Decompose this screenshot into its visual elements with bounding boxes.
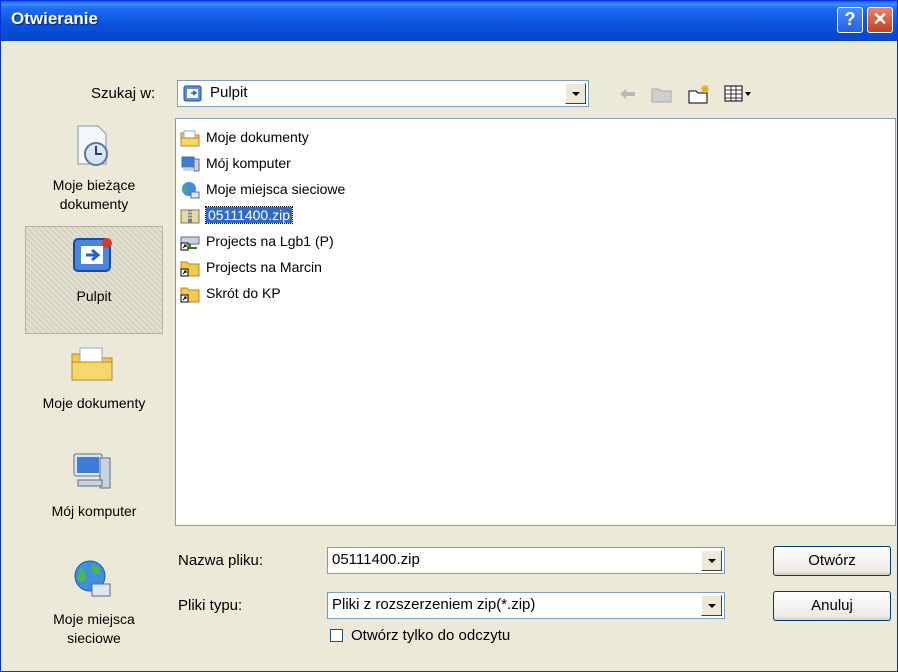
look-in-label: Szukaj w:: [91, 85, 156, 102]
network-places-icon: [74, 560, 111, 597]
file-type-label: Pliki typu:: [178, 597, 243, 614]
place-my-documents[interactable]: Moje dokumenty: [25, 334, 163, 442]
cancel-button[interactable]: Anuluj: [773, 591, 891, 621]
look-in-value: Pulpit: [210, 84, 248, 101]
file-type-select[interactable]: Pliki z rozszerzeniem zip(*.zip): [327, 592, 725, 619]
file-name: Moje miejsca sieciowe: [206, 181, 346, 197]
list-item[interactable]: Skrót do KP: [178, 283, 438, 305]
file-list[interactable]: Moje dokumenty Mój komputer Moje miejsca…: [175, 118, 896, 526]
file-name: Skrót do KP: [206, 285, 281, 301]
folder-shortcut-icon: [180, 261, 200, 277]
list-item[interactable]: Projects na Marcin: [178, 257, 438, 279]
place-my-computer[interactable]: Mój komputer: [25, 442, 163, 550]
file-name: Projects na Lgb1 (P): [206, 233, 334, 249]
place-network-places[interactable]: Moje miejsca sieciowe: [25, 550, 163, 658]
my-documents-icon: [180, 130, 200, 147]
list-item[interactable]: Moje dokumenty: [178, 127, 438, 149]
file-name-value: 05111400.zip: [332, 551, 420, 568]
desktop-icon: [183, 85, 202, 102]
network-places-icon: [182, 182, 200, 199]
zip-file-icon: [180, 209, 200, 224]
my-computer-icon: [181, 156, 200, 172]
recent-documents-icon: [77, 125, 108, 166]
folder-shortcut-icon: [180, 287, 200, 303]
places-bar: Moje bieżące dokumenty Pulpit Moje dokum…: [25, 116, 163, 656]
list-item[interactable]: Moje miejsca sieciowe: [178, 179, 438, 201]
network-drive-icon: [180, 236, 200, 251]
file-type-value: Pliki z rozszerzeniem zip(*.zip): [332, 596, 536, 613]
title-bar[interactable]: Otwieranie ? ✕: [1, 1, 897, 41]
place-desktop[interactable]: Pulpit: [25, 226, 163, 334]
file-name-label: Nazwa pliku:: [178, 552, 264, 569]
new-folder-icon[interactable]: [687, 83, 713, 105]
help-button[interactable]: ?: [837, 7, 863, 33]
file-name-input[interactable]: 05111400.zip: [327, 547, 725, 574]
my-computer-icon: [73, 453, 111, 489]
file-name-dropdown-arrow[interactable]: [701, 550, 722, 571]
place-recent-documents[interactable]: Moje bieżące dokumenty: [25, 116, 163, 224]
read-only-label: Otwórz tylko do odczytu: [351, 627, 511, 644]
place-label: Moje dokumenty: [42, 395, 146, 411]
window-title: Otwieranie: [11, 9, 98, 28]
my-documents-icon: [71, 347, 113, 381]
place-label: Moje bieżące dokumenty: [52, 177, 136, 212]
open-button[interactable]: Otwórz: [773, 546, 891, 576]
file-type-dropdown-arrow[interactable]: [701, 595, 722, 616]
back-arrow-icon[interactable]: [615, 83, 641, 105]
place-label: Mój komputer: [51, 503, 137, 519]
view-menu-icon[interactable]: [723, 83, 755, 105]
file-name: Mój komputer: [206, 155, 291, 171]
list-item[interactable]: 05111400.zip: [178, 205, 438, 227]
close-button[interactable]: ✕: [867, 7, 893, 33]
open-dialog: Otwieranie ? ✕ Szukaj w: Pulpit Moje bie…: [0, 0, 898, 672]
place-label: Pulpit: [76, 288, 112, 304]
file-name: 05111400.zip: [205, 206, 293, 224]
up-folder-icon[interactable]: [649, 83, 675, 105]
file-name: Moje dokumenty: [206, 129, 309, 145]
look-in-dropdown-arrow[interactable]: [565, 83, 586, 104]
list-item[interactable]: Mój komputer: [178, 153, 438, 175]
read-only-checkbox[interactable]: [330, 629, 343, 642]
file-name: Projects na Marcin: [206, 259, 322, 275]
place-label: Moje miejsca sieciowe: [53, 611, 135, 646]
look-in-select[interactable]: Pulpit: [177, 80, 589, 107]
list-item[interactable]: Projects na Lgb1 (P): [178, 231, 438, 253]
desktop-icon: [73, 238, 112, 272]
